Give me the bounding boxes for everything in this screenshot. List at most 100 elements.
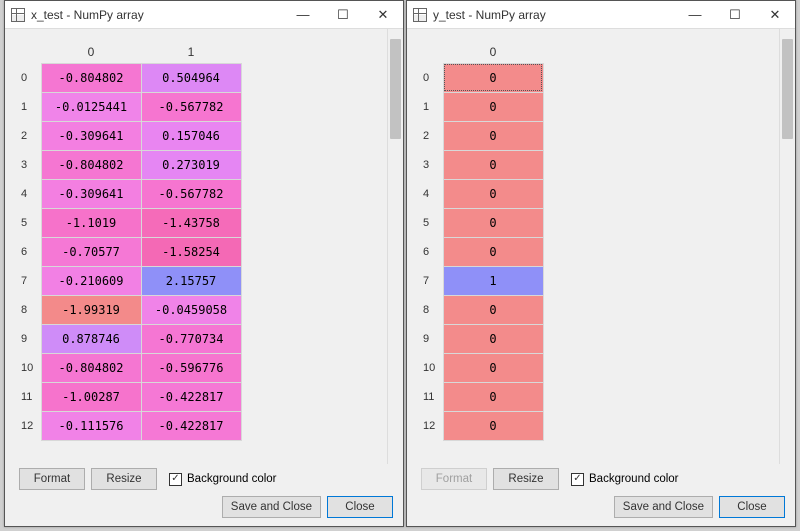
row-header[interactable]: 12 — [19, 411, 41, 440]
data-cell[interactable]: 0 — [443, 63, 543, 92]
data-cell[interactable]: -0.309641 — [41, 121, 141, 150]
maximize-button[interactable]: ☐ — [323, 1, 363, 29]
row-header[interactable]: 5 — [421, 208, 443, 237]
close-button[interactable]: Close — [719, 496, 785, 518]
titlebar[interactable]: y_test - NumPy array — ☐ ✕ — [407, 1, 795, 29]
background-color-checkbox[interactable]: ✓ Background color — [571, 473, 679, 486]
data-cell[interactable]: 0 — [443, 353, 543, 382]
data-cell[interactable]: 0 — [443, 411, 543, 440]
data-cell[interactable]: -0.210609 — [41, 266, 141, 295]
row-header[interactable]: 10 — [19, 353, 41, 382]
data-cell[interactable]: 0 — [443, 237, 543, 266]
row-header[interactable]: 4 — [19, 179, 41, 208]
minimize-button[interactable]: — — [675, 1, 715, 29]
window-x-test: x_test - NumPy array — ☐ ✕ 010-0.8048020… — [4, 0, 404, 527]
resize-button[interactable]: Resize — [493, 468, 559, 490]
data-cell[interactable]: 0 — [443, 150, 543, 179]
data-cell[interactable]: -0.567782 — [141, 92, 241, 121]
titlebar[interactable]: x_test - NumPy array — ☐ ✕ — [5, 1, 403, 29]
data-cell[interactable]: -0.804802 — [41, 63, 141, 92]
data-cell[interactable]: -0.804802 — [41, 353, 141, 382]
resize-button[interactable]: Resize — [91, 468, 157, 490]
data-cell[interactable]: -1.43758 — [141, 208, 241, 237]
grid-icon — [11, 8, 25, 22]
data-cell[interactable]: -1.1019 — [41, 208, 141, 237]
close-button[interactable]: Close — [327, 496, 393, 518]
row-header[interactable]: 2 — [19, 121, 41, 150]
minimize-button[interactable]: — — [283, 1, 323, 29]
data-cell[interactable]: 0 — [443, 324, 543, 353]
data-cell[interactable]: -1.00287 — [41, 382, 141, 411]
data-cell[interactable]: 0.878746 — [41, 324, 141, 353]
maximize-button[interactable]: ☐ — [715, 1, 755, 29]
data-cell[interactable]: -0.70577 — [41, 237, 141, 266]
data-cell[interactable]: 2.15757 — [141, 266, 241, 295]
data-cell[interactable]: 0 — [443, 208, 543, 237]
row-header[interactable]: 0 — [421, 63, 443, 92]
row-header[interactable]: 9 — [421, 324, 443, 353]
column-header[interactable]: 1 — [141, 41, 241, 63]
data-cell[interactable]: -0.0125441 — [41, 92, 141, 121]
save-and-close-button[interactable]: Save and Close — [614, 496, 713, 518]
row-header[interactable]: 7 — [421, 266, 443, 295]
data-cell[interactable]: -0.422817 — [141, 411, 241, 440]
checkbox-label: Background color — [589, 473, 679, 485]
data-cell[interactable]: -1.58254 — [141, 237, 241, 266]
row-header[interactable]: 1 — [19, 92, 41, 121]
row-header[interactable]: 6 — [19, 237, 41, 266]
row-header[interactable]: 8 — [19, 295, 41, 324]
data-cell[interactable]: -0.804802 — [41, 150, 141, 179]
data-cell[interactable]: -0.770734 — [141, 324, 241, 353]
format-button[interactable]: Format — [19, 468, 85, 490]
data-cell[interactable]: 0.157046 — [141, 121, 241, 150]
close-window-button[interactable]: ✕ — [755, 1, 795, 29]
data-cell[interactable]: 0 — [443, 179, 543, 208]
row-header[interactable]: 12 — [421, 411, 443, 440]
scroll-thumb[interactable] — [390, 39, 401, 139]
row-header[interactable]: 3 — [421, 150, 443, 179]
data-cell[interactable]: -0.0459058 — [141, 295, 241, 324]
row-header[interactable]: 11 — [19, 382, 41, 411]
data-cell[interactable]: 0.273019 — [141, 150, 241, 179]
column-header[interactable]: 0 — [443, 41, 543, 63]
column-header[interactable]: 0 — [41, 41, 141, 63]
data-grid-area: 010-0.8048020.5049641-0.0125441-0.567782… — [5, 29, 387, 464]
row-header[interactable]: 7 — [19, 266, 41, 295]
row-header[interactable]: 4 — [421, 179, 443, 208]
scroll-thumb[interactable] — [782, 39, 793, 139]
data-cell[interactable]: -0.309641 — [41, 179, 141, 208]
window-title: x_test - NumPy array — [31, 8, 283, 22]
row-header[interactable]: 6 — [421, 237, 443, 266]
data-grid[interactable]: 010-0.8048020.5049641-0.0125441-0.567782… — [19, 41, 242, 441]
row-header[interactable]: 1 — [421, 92, 443, 121]
data-cell[interactable]: 0.504964 — [141, 63, 241, 92]
vertical-scrollbar[interactable] — [387, 29, 403, 464]
row-header[interactable]: 0 — [19, 63, 41, 92]
data-cell[interactable]: 0 — [443, 295, 543, 324]
background-color-checkbox[interactable]: ✓ Background color — [169, 473, 277, 486]
save-and-close-button[interactable]: Save and Close — [222, 496, 321, 518]
checkbox-icon: ✓ — [169, 473, 182, 486]
data-cell[interactable]: 0 — [443, 382, 543, 411]
row-header[interactable]: 11 — [421, 382, 443, 411]
data-cell[interactable]: -1.99319 — [41, 295, 141, 324]
data-grid[interactable]: 000102030405060718090100110120 — [421, 41, 544, 441]
data-cell[interactable]: 1 — [443, 266, 543, 295]
checkbox-icon: ✓ — [571, 473, 584, 486]
data-cell[interactable]: 0 — [443, 92, 543, 121]
grid-icon — [413, 8, 427, 22]
row-header[interactable]: 5 — [19, 208, 41, 237]
row-header[interactable]: 10 — [421, 353, 443, 382]
vertical-scrollbar[interactable] — [779, 29, 795, 464]
data-cell[interactable]: 0 — [443, 121, 543, 150]
data-cell[interactable]: -0.596776 — [141, 353, 241, 382]
row-header[interactable]: 9 — [19, 324, 41, 353]
data-cell[interactable]: -0.567782 — [141, 179, 241, 208]
checkbox-label: Background color — [187, 473, 277, 485]
row-header[interactable]: 2 — [421, 121, 443, 150]
row-header[interactable]: 8 — [421, 295, 443, 324]
data-cell[interactable]: -0.422817 — [141, 382, 241, 411]
data-cell[interactable]: -0.111576 — [41, 411, 141, 440]
row-header[interactable]: 3 — [19, 150, 41, 179]
close-window-button[interactable]: ✕ — [363, 1, 403, 29]
